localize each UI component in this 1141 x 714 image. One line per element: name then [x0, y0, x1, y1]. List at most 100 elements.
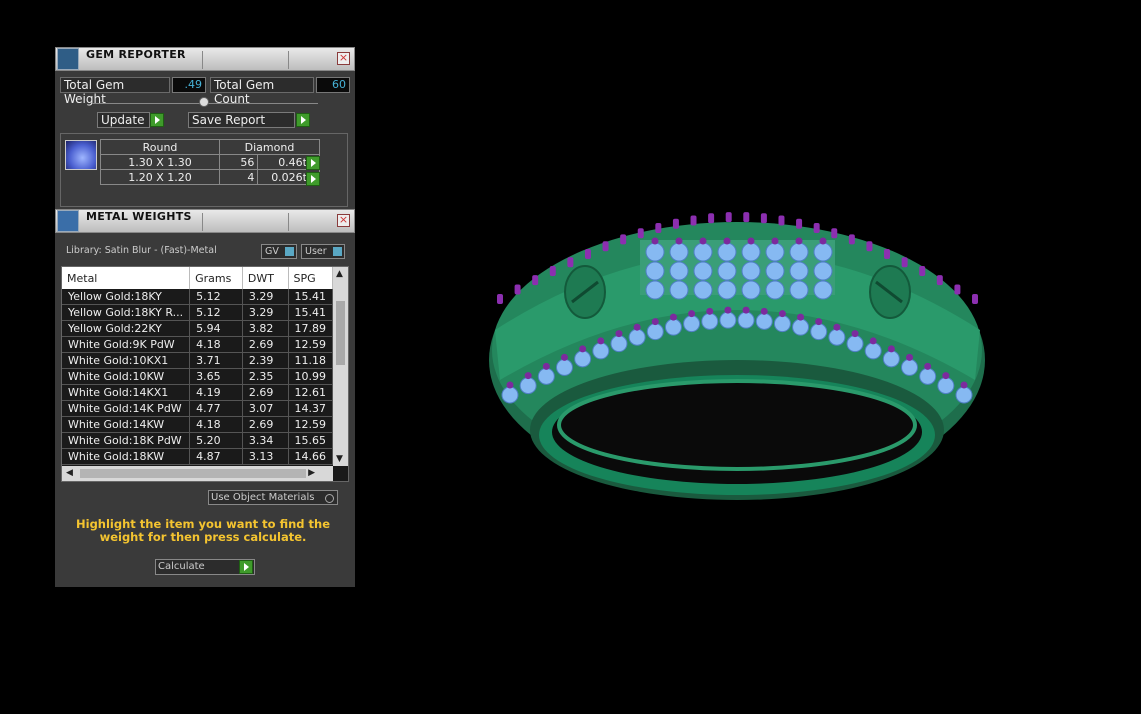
prong [743, 212, 750, 223]
prong [815, 318, 823, 326]
scroll-up-icon[interactable]: ▲ [336, 269, 343, 279]
gem-stone [669, 261, 689, 281]
scroll-left-icon[interactable]: ◀ [66, 468, 73, 478]
gv-toggle[interactable]: GV [261, 244, 297, 259]
prong [602, 241, 609, 252]
metal-name: White Gold:14K PdW [62, 400, 191, 417]
gem-stone [813, 261, 833, 281]
gem-stone [669, 242, 689, 262]
total-gem-count-value: 60 [316, 77, 350, 93]
gem-stone [901, 358, 919, 376]
prong [796, 218, 803, 229]
metal-weights-titlebar[interactable]: METAL WEIGHTS × [55, 209, 355, 233]
prong [597, 337, 605, 345]
shape-header: Round [100, 139, 220, 155]
prong [542, 362, 550, 370]
gem-row[interactable]: 1.20 X 1.20 4 0.026tw [100, 169, 320, 185]
gem-stone [555, 358, 573, 376]
update-go-icon[interactable] [150, 113, 164, 127]
metal-name: White Gold:18K PdW [62, 432, 191, 449]
metal-table: Metal Grams DWT SPG Yellow Gold:18KY 5.12… [62, 267, 333, 465]
gem-stone [765, 261, 785, 281]
table-row[interactable]: Yellow Gold:18KY R... 5.12 3.29 15.41 [62, 304, 333, 321]
table-row[interactable]: White Gold:9K PdW 4.18 2.69 12.59 [62, 336, 333, 353]
prong [936, 275, 943, 286]
update-button[interactable]: Update [97, 112, 150, 128]
table-row[interactable]: White Gold:18K PdW 5.20 3.34 15.65 [62, 432, 333, 449]
use-object-materials-label: Use Object Materials [211, 492, 315, 503]
prong [795, 237, 803, 245]
metal-name: White Gold:10KW [62, 368, 191, 385]
radio-icon [325, 494, 334, 503]
prong [506, 381, 514, 389]
table-row[interactable]: White Gold:10KW 3.65 2.35 10.99 [62, 368, 333, 385]
scroll-down-icon[interactable]: ▼ [336, 454, 343, 464]
gem-stone [645, 242, 665, 262]
close-icon[interactable]: × [337, 52, 350, 65]
metal-name: White Gold:14KW [62, 416, 191, 433]
save-report-go-icon[interactable] [296, 113, 310, 127]
use-object-materials-checkbox[interactable]: Use Object Materials [208, 490, 338, 505]
gem-stone [789, 280, 809, 300]
gem-size: 1.20 X 1.20 [100, 169, 220, 185]
prong [724, 306, 732, 314]
gem-stone [773, 315, 791, 333]
metal-name: Yellow Gold:22KY [62, 320, 191, 337]
scroll-right-icon[interactable]: ▶ [308, 468, 315, 478]
gem-stone [501, 386, 519, 404]
gem-count: 56 [218, 154, 259, 170]
calculate-go-icon[interactable] [239, 560, 253, 574]
table-row[interactable]: White Gold:14K PdW 4.77 3.07 14.37 [62, 400, 333, 417]
prong [532, 275, 539, 286]
prong [742, 306, 750, 314]
close-icon[interactable]: × [337, 214, 350, 227]
metal-spg: 15.65 [288, 432, 333, 449]
table-row[interactable]: White Gold:18KW 4.87 3.13 14.66 [62, 448, 333, 465]
round-diamond-icon [65, 140, 97, 170]
gem-reporter-title: GEM REPORTER [86, 48, 186, 61]
gem-row-go-icon[interactable] [306, 156, 320, 170]
calculate-label: Calculate [158, 561, 205, 572]
gem-stone [693, 261, 713, 281]
table-row[interactable]: Yellow Gold:22KY 5.94 3.82 17.89 [62, 320, 333, 337]
slider-handle[interactable] [199, 97, 209, 107]
metal-grams: 4.77 [189, 400, 243, 417]
vertical-scroll-thumb[interactable] [336, 301, 345, 365]
prong [760, 213, 767, 224]
horizontal-scrollbar[interactable]: ◀ ▶ [62, 466, 333, 481]
user-toggle[interactable]: User [301, 244, 345, 259]
horizontal-scroll-thumb[interactable] [80, 469, 306, 478]
table-row[interactable]: White Gold:10KX1 3.71 2.39 11.18 [62, 352, 333, 369]
prong [637, 228, 644, 239]
gem-row[interactable]: 1.30 X 1.30 56 0.46tw [100, 154, 320, 170]
gem-stone [574, 350, 592, 368]
vertical-scrollbar[interactable]: ▲ ▼ [333, 267, 348, 466]
metal-dwt: 3.29 [242, 289, 289, 305]
prong [778, 215, 785, 226]
gem-stone [937, 377, 955, 395]
prong [833, 323, 841, 331]
metal-spg: 12.59 [288, 336, 333, 353]
save-report-button[interactable]: Save Report [188, 112, 295, 128]
col-dwt[interactable]: DWT [242, 267, 289, 289]
gem-reporter-titlebar[interactable]: GEM REPORTER × [55, 47, 355, 71]
gem-row-go-icon[interactable] [306, 172, 320, 186]
col-grams[interactable]: Grams [189, 267, 243, 289]
gem-count: 4 [218, 169, 259, 185]
prong [524, 372, 532, 380]
gem-stone [537, 367, 555, 385]
table-row[interactable]: White Gold:14KW 4.18 2.69 12.59 [62, 416, 333, 433]
metal-spg: 11.18 [288, 352, 333, 369]
metal-spg: 12.61 [288, 384, 333, 401]
col-spg[interactable]: SPG [288, 267, 333, 289]
metal-dwt: 2.69 [242, 336, 289, 353]
user-label: User [305, 246, 327, 257]
table-row[interactable]: Yellow Gold:18KY 5.12 3.29 15.41 [62, 289, 333, 305]
prong [884, 248, 891, 259]
metal-spg: 12.59 [288, 416, 333, 433]
table-row[interactable]: White Gold:14KX1 4.19 2.69 12.61 [62, 384, 333, 401]
prong [760, 307, 768, 315]
prong [672, 218, 679, 229]
prong [579, 345, 587, 353]
col-metal[interactable]: Metal [62, 267, 191, 289]
